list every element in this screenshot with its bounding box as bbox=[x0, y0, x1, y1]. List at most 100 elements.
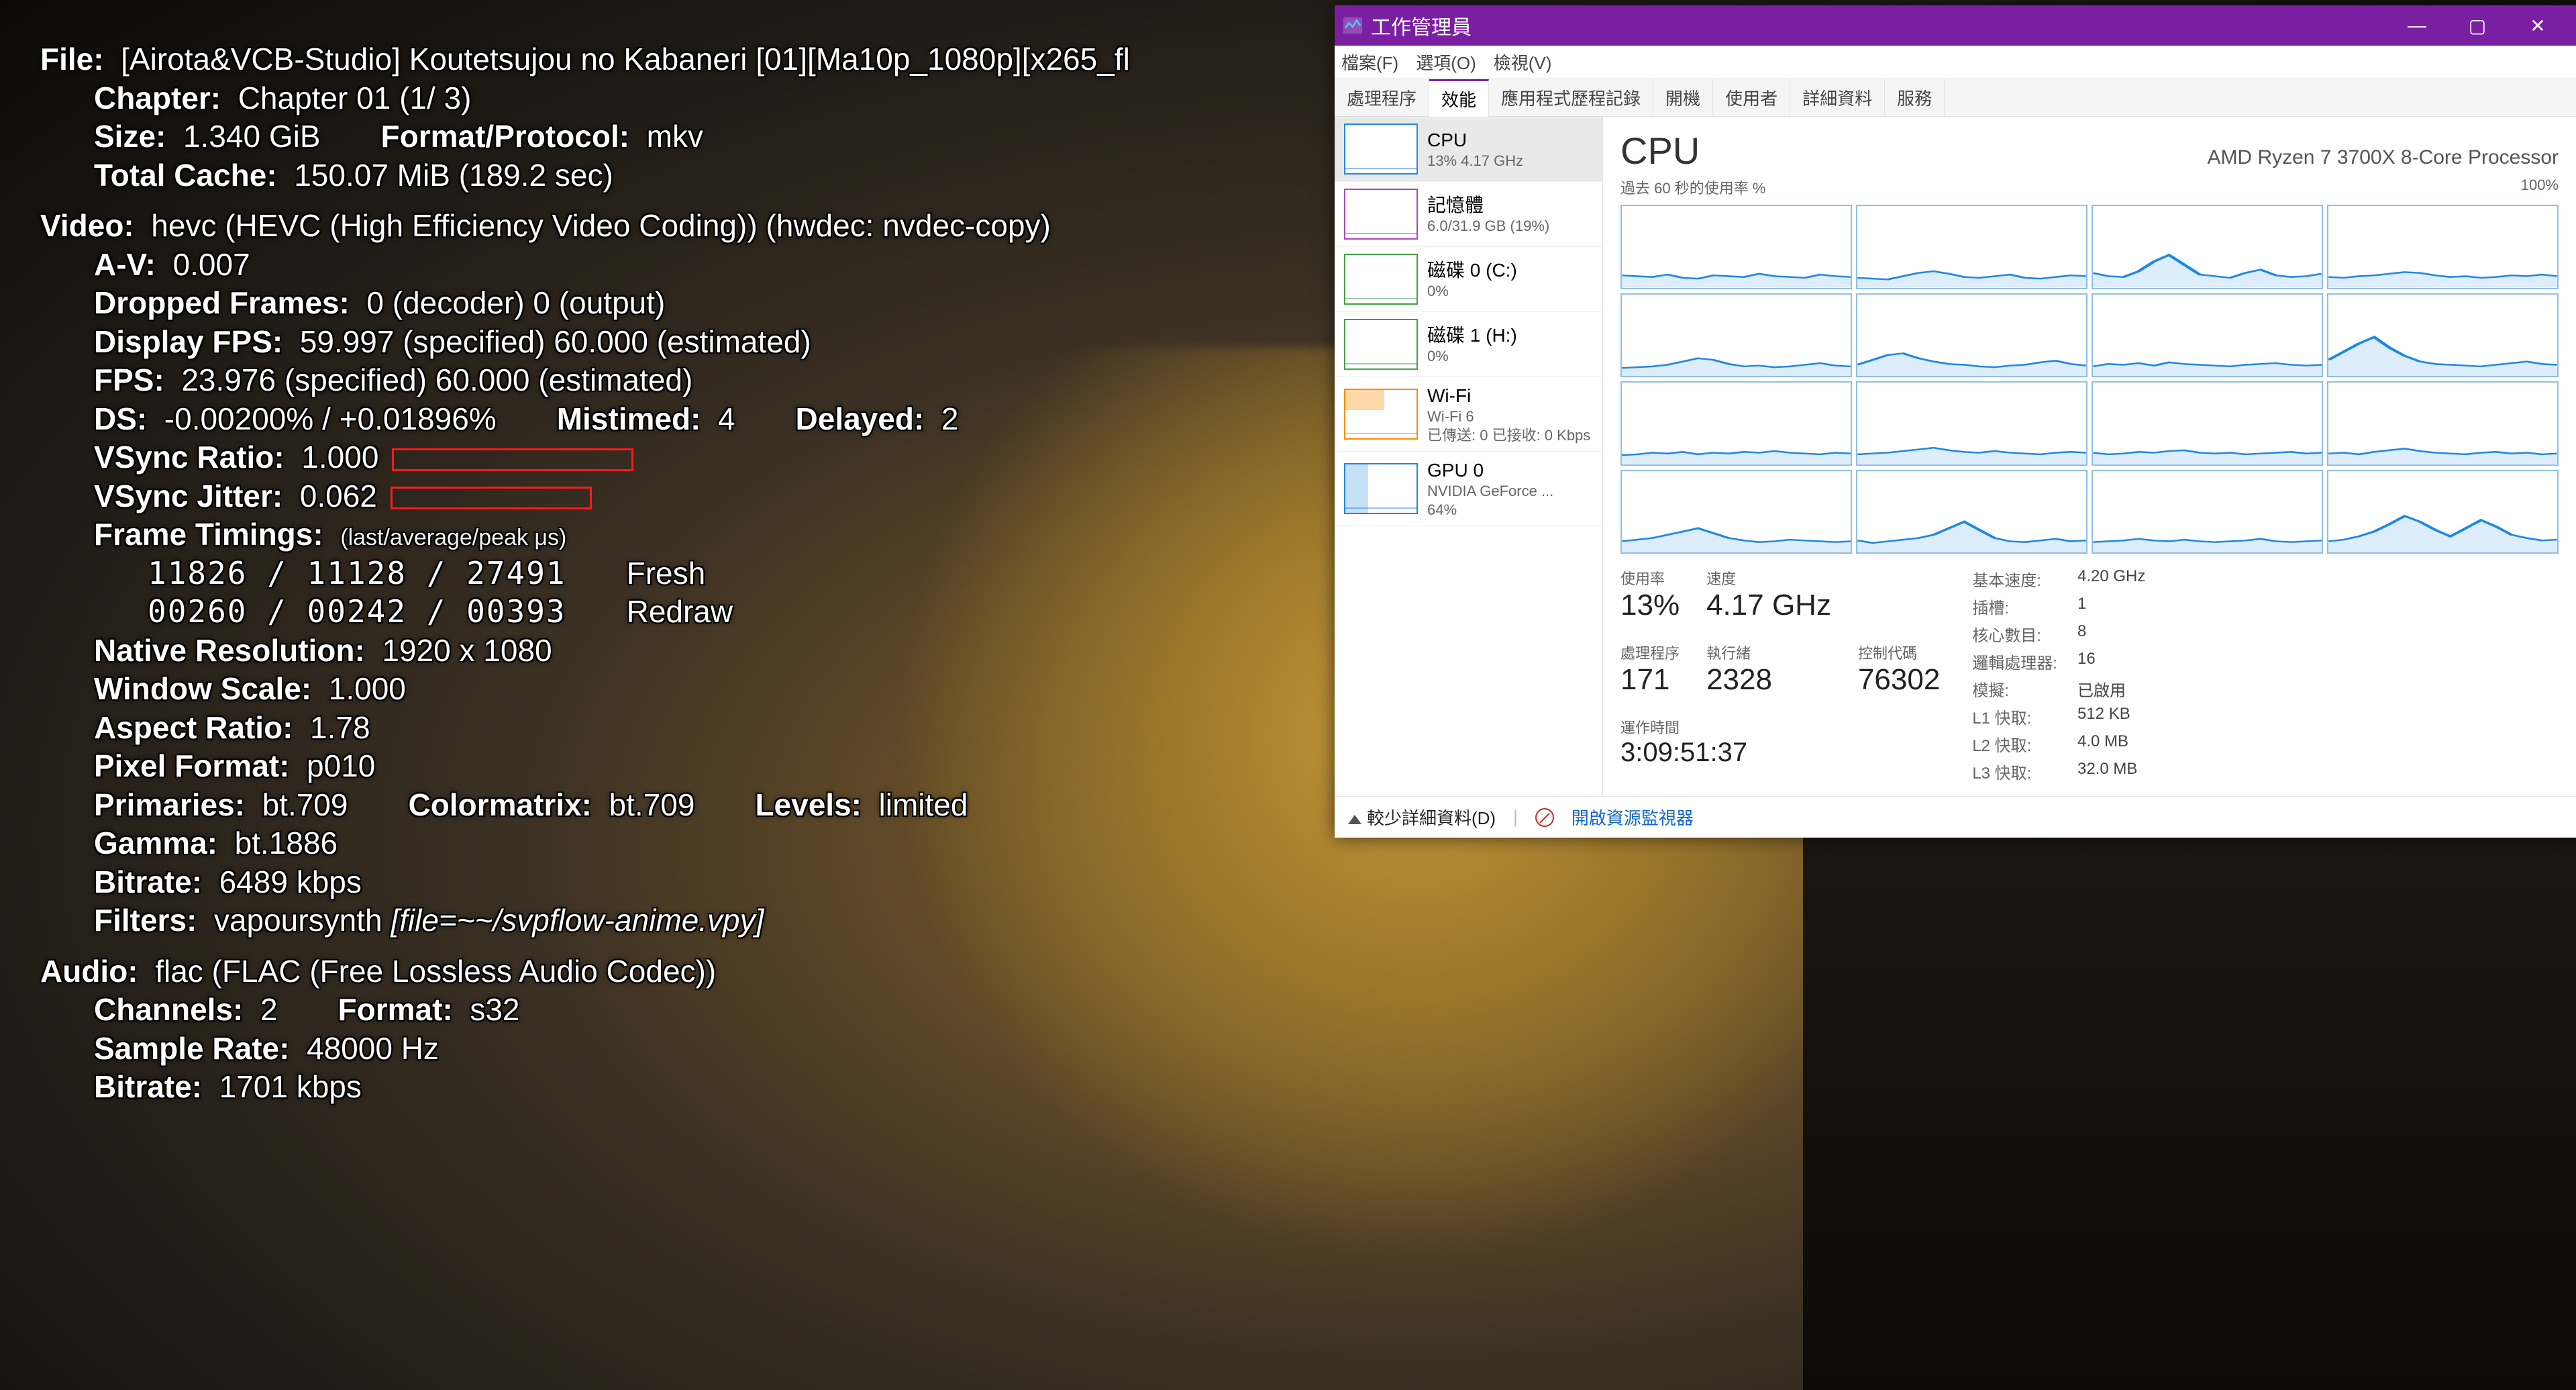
vsyncratio-label: VSync Ratio: bbox=[94, 440, 285, 475]
window-title: 工作管理員 bbox=[1371, 11, 1472, 40]
chevron-up-icon bbox=[1348, 815, 1361, 824]
tab-processes[interactable]: 處理程序 bbox=[1335, 79, 1429, 116]
audio-label: Audio: bbox=[40, 954, 138, 989]
menu-view[interactable]: 檢視(V) bbox=[1494, 50, 1552, 75]
tab-details[interactable]: 詳細資料 bbox=[1790, 79, 1885, 116]
sidebar-item-cpu[interactable]: CPU13% 4.17 GHz bbox=[1335, 117, 1602, 182]
sidebar-item-memory[interactable]: 記憶體6.0/31.9 GB (19%) bbox=[1335, 182, 1602, 247]
close-button[interactable]: ✕ bbox=[2508, 5, 2568, 46]
side-cpu-sub: 13% 4.17 GHz bbox=[1427, 152, 1523, 170]
file-label: File: bbox=[40, 42, 104, 77]
side-wifi-sub2: 已傳送: 0 已接收: 0 Kbps bbox=[1427, 426, 1590, 445]
cpu-core-cell-7 bbox=[2327, 293, 2559, 378]
value-virt: 已啟用 bbox=[2077, 677, 2145, 701]
value-logical: 16 bbox=[2077, 650, 2145, 673]
tab-performance[interactable]: 效能 bbox=[1429, 79, 1489, 117]
label-virt: 模擬: bbox=[1972, 677, 2057, 701]
vsync-jitter-bar bbox=[391, 487, 592, 509]
label-sockets: 插槽: bbox=[1972, 595, 2057, 618]
task-manager-window[interactable]: 工作管理員 — ▢ ✕ 檔案(F) 選項(O) 檢視(V) 處理程序 效能 應用… bbox=[1335, 5, 2576, 838]
sidebar-item-wifi[interactable]: Wi-FiWi-Fi 6已傳送: 0 已接收: 0 Kbps bbox=[1335, 377, 1602, 452]
levels-value: limited bbox=[879, 787, 968, 822]
video-label: Video: bbox=[40, 208, 134, 243]
mistimed-label: Mistimed: bbox=[557, 401, 701, 436]
ds-value: -0.00200% / +0.01896% bbox=[164, 401, 497, 436]
tab-startup[interactable]: 開機 bbox=[1653, 79, 1713, 116]
label-threads: 執行緒 bbox=[1706, 642, 1831, 663]
format-value: mkv bbox=[647, 119, 703, 154]
side-disk1-sub: 0% bbox=[1427, 347, 1517, 366]
samplerate-label: Sample Rate: bbox=[94, 1031, 289, 1066]
filters-value: vapoursynth bbox=[214, 903, 382, 938]
filters-label: Filters: bbox=[94, 903, 197, 938]
cpu-core-cell-10 bbox=[2092, 381, 2323, 466]
task-manager-icon bbox=[1343, 15, 1363, 36]
side-cpu-title: CPU bbox=[1427, 128, 1523, 152]
mistimed-value: 4 bbox=[718, 401, 735, 436]
cpu-heading: CPU bbox=[1620, 129, 1700, 172]
vbitrate-value: 6489 kbps bbox=[219, 864, 362, 899]
filters-arg: [file=~~/svpflow-anime.vpy] bbox=[391, 903, 764, 938]
cpu-core-cell-14 bbox=[2092, 470, 2323, 554]
delayed-value: 2 bbox=[941, 401, 959, 436]
delayed-label: Delayed: bbox=[796, 401, 925, 436]
label-logical: 邏輯處理器: bbox=[1972, 650, 2057, 673]
memory-thumbnail-icon bbox=[1344, 189, 1418, 240]
side-wifi-title: Wi-Fi bbox=[1427, 384, 1590, 407]
wifi-thumbnail-icon bbox=[1344, 389, 1418, 440]
open-resource-monitor-link[interactable]: 開啟資源監視器 bbox=[1572, 805, 1694, 830]
value-procs: 171 bbox=[1620, 663, 1680, 697]
timing-redraw: 00260 / 00242 / 00393 bbox=[148, 593, 566, 630]
sidebar-item-disk0[interactable]: 磁碟 0 (C:)0% bbox=[1335, 247, 1602, 312]
tab-bar: 處理程序 效能 應用程式歷程記錄 開機 使用者 詳細資料 服務 bbox=[1335, 79, 2576, 117]
tab-services[interactable]: 服務 bbox=[1885, 79, 1945, 116]
value-sockets: 1 bbox=[2077, 595, 2145, 618]
fewer-details-button[interactable]: 較少詳細資料(D) bbox=[1348, 805, 1496, 830]
pixfmt-value: p010 bbox=[307, 748, 375, 783]
gamma-label: Gamma: bbox=[94, 826, 217, 860]
label-uptime: 運作時間 bbox=[1620, 716, 1940, 738]
dropped-value: 0 (decoder) 0 (output) bbox=[366, 285, 665, 320]
cache-label: Total Cache: bbox=[94, 158, 277, 193]
cpu-core-cell-1 bbox=[1856, 205, 2088, 289]
window-titlebar[interactable]: 工作管理員 — ▢ ✕ bbox=[1335, 5, 2576, 46]
side-disk0-sub: 0% bbox=[1427, 282, 1517, 301]
label-handles: 控制代碼 bbox=[1858, 642, 1940, 663]
disk0-thumbnail-icon bbox=[1344, 254, 1418, 305]
maximize-button[interactable]: ▢ bbox=[2447, 5, 2508, 46]
side-gpu-sub2: 64% bbox=[1427, 501, 1553, 519]
size-value: 1.340 GiB bbox=[183, 119, 321, 154]
minimize-button[interactable]: — bbox=[2387, 5, 2447, 46]
value-l2: 4.0 MB bbox=[2077, 732, 2145, 756]
menu-file[interactable]: 檔案(F) bbox=[1341, 50, 1398, 75]
disk1-thumbnail-icon bbox=[1344, 319, 1418, 370]
timing-redraw-label: Redraw bbox=[627, 594, 733, 629]
cpu-core-grid[interactable] bbox=[1620, 205, 2559, 554]
aspect-label: Aspect Ratio: bbox=[94, 710, 293, 745]
prohibited-icon bbox=[1535, 808, 1554, 827]
winscale-label: Window Scale: bbox=[94, 671, 311, 706]
timing-fresh-label: Fresh bbox=[627, 556, 706, 591]
cpu-core-cell-9 bbox=[1856, 381, 2088, 466]
sidebar-item-gpu[interactable]: GPU 0NVIDIA GeForce ...64% bbox=[1335, 452, 1602, 526]
label-base: 基本速度: bbox=[1972, 567, 2057, 591]
channels-label: Channels: bbox=[94, 992, 243, 1027]
sidebar-item-disk1[interactable]: 磁碟 1 (H:)0% bbox=[1335, 312, 1602, 377]
value-l3: 32.0 MB bbox=[2077, 760, 2145, 783]
side-disk1-title: 磁碟 1 (H:) bbox=[1427, 324, 1517, 347]
value-l1: 512 KB bbox=[2077, 705, 2145, 728]
displayfps-label: Display FPS: bbox=[94, 324, 282, 359]
menu-options[interactable]: 選項(O) bbox=[1416, 50, 1476, 75]
ds-label: DS: bbox=[94, 401, 147, 436]
side-gpu-title: GPU 0 bbox=[1427, 458, 1553, 482]
value-threads: 2328 bbox=[1706, 663, 1831, 697]
performance-sidebar: CPU13% 4.17 GHz 記憶體6.0/31.9 GB (19%) 磁碟 … bbox=[1335, 117, 1603, 796]
side-wifi-sub1: Wi-Fi 6 bbox=[1427, 407, 1590, 426]
side-mem-sub: 6.0/31.9 GB (19%) bbox=[1427, 217, 1549, 236]
tab-users[interactable]: 使用者 bbox=[1713, 79, 1790, 116]
menu-bar: 檔案(F) 選項(O) 檢視(V) bbox=[1335, 46, 2576, 79]
chapter-label: Chapter: bbox=[94, 81, 221, 115]
primaries-label: Primaries: bbox=[94, 787, 245, 822]
label-speed: 速度 bbox=[1706, 567, 1831, 589]
tab-app-history[interactable]: 應用程式歷程記錄 bbox=[1489, 79, 1653, 116]
